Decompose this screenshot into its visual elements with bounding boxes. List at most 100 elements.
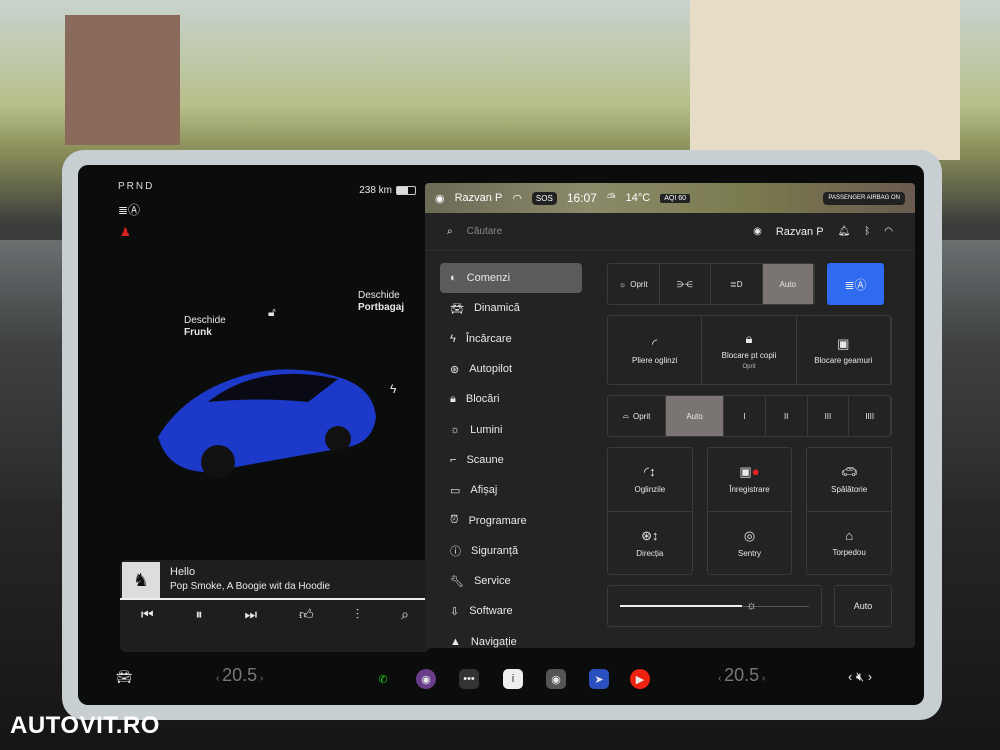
wiper-speed-2[interactable]: II: [766, 396, 808, 436]
range-indicator: 238 km: [359, 185, 416, 196]
tile-label: Torpedou: [832, 548, 866, 558]
menu-item[interactable]: ☼ Lumini: [440, 414, 582, 444]
trunk-line1: Deschide: [358, 290, 400, 301]
steering-wheel-icon: ⊛↕: [641, 527, 659, 543]
thumbs-up-icon[interactable]: 👍︎: [299, 606, 314, 623]
menu-label: Siguranță: [471, 544, 519, 557]
profile-name[interactable]: Razvan P: [776, 226, 824, 238]
tile-label: Spălătorie: [831, 485, 868, 495]
avatar[interactable]: ◉: [753, 226, 762, 237]
speed-label: IIII: [865, 411, 875, 421]
car-icon[interactable]: 🚘︎: [116, 669, 133, 685]
weather-icon: ⛅︎: [606, 191, 616, 204]
media-progress[interactable]: [120, 598, 430, 600]
wiper-icon: ⌓: [622, 411, 629, 420]
equalizer-icon[interactable]: ⫶: [356, 606, 360, 623]
glovebox-button[interactable]: ⌂ Torpedou: [807, 510, 891, 575]
media-player: ♞ Hello Pop Smoke, A Boogie wit da Hoodi…: [120, 560, 430, 652]
gear-indicator: PRND: [118, 181, 155, 192]
trunk-line2: Portbagaj: [358, 302, 405, 313]
brightness-icon[interactable]: ☼: [746, 598, 757, 612]
menu-icon: 🚘︎: [450, 302, 464, 315]
search-input[interactable]: Căutare: [467, 226, 740, 237]
menu-item[interactable]: ⓘ Siguranță: [440, 536, 582, 566]
menu-item[interactable]: 🔧︎ Service: [440, 566, 582, 596]
window-lock-icon: ▣: [837, 335, 850, 351]
parking-lights[interactable]: ⋺⋲: [660, 264, 711, 304]
child-lock-button[interactable]: 🔒︎ Blocare pt copii Oprit: [702, 316, 797, 384]
lights-auto[interactable]: Auto: [762, 264, 814, 304]
previous-icon[interactable]: ⏮: [141, 606, 154, 623]
open-frunk-button[interactable]: Deschide Frunk: [184, 315, 226, 339]
bell-icon[interactable]: 🔔︎: [838, 226, 851, 237]
next-icon[interactable]: ⏭: [244, 606, 257, 623]
low-beam-icon: ≣D: [730, 279, 743, 289]
menu-icon: ϟ: [450, 332, 456, 345]
status-user[interactable]: Razvan P: [455, 192, 503, 204]
youtube-music-icon[interactable]: ▶: [630, 669, 650, 689]
mirrors-adjust-button[interactable]: ◜↕ Oglinzile: [608, 448, 692, 511]
search-icon[interactable]: ⌕: [447, 226, 453, 237]
wipers-off[interactable]: ⌓ Oprit: [608, 396, 667, 436]
menu-item[interactable]: ⌐ Scaune: [440, 445, 582, 475]
battery-icon: [396, 185, 416, 195]
lights-selector: ☼ Oprit ⋺⋲ ≣D Auto: [607, 263, 815, 305]
wiper-speed-4[interactable]: IIII: [849, 396, 891, 436]
sos-button[interactable]: SOS: [531, 191, 557, 205]
car-model: [158, 369, 376, 479]
brightness-auto-button[interactable]: Auto: [834, 585, 892, 627]
auto-high-beam-button[interactable]: ≣Ⓐ: [827, 263, 884, 305]
camera-icon[interactable]: ◉: [416, 669, 436, 689]
sentry-button[interactable]: ◎ Sentry: [707, 510, 792, 575]
steering-adjust-button[interactable]: ⊛↕ Direcția: [608, 510, 692, 575]
menu-item[interactable]: 🚘︎ Dinamică: [440, 293, 582, 323]
driver-temp-value: 20.5: [222, 665, 258, 685]
search-icon[interactable]: ⌕: [401, 606, 409, 623]
tile-label: Oglinzile: [634, 485, 666, 495]
charge-port-icon[interactable]: ϟ: [390, 382, 396, 396]
low-beam[interactable]: ≣D: [711, 264, 763, 304]
volume-mute-icon[interactable]: ‹ 🔇︎ ›: [848, 669, 872, 685]
dashcam-viewer-icon[interactable]: ◉: [546, 669, 566, 689]
clock: 16:07: [566, 191, 597, 205]
avatar[interactable]: ◉: [435, 192, 445, 205]
pause-icon[interactable]: ⏸: [196, 606, 203, 623]
tile-label: Înregistrare: [729, 485, 770, 495]
lights-off[interactable]: ☼ Oprit: [608, 264, 660, 304]
speed-label: III: [824, 411, 832, 421]
bluetooth-icon[interactable]: ᛒ: [864, 226, 870, 237]
menu-item[interactable]: 🔒︎ Blocări: [440, 384, 582, 414]
navigation-app-icon[interactable]: ➤: [589, 669, 609, 689]
menu-label: Scaune: [466, 453, 504, 466]
menu-item[interactable]: ▭ Afișaj: [440, 475, 582, 505]
menu-item[interactable]: ⇩ Software: [440, 596, 582, 626]
sun-icon: ☼: [618, 279, 627, 289]
wiper-speed-3[interactable]: III: [808, 396, 850, 436]
menu-item[interactable]: ▲ Navigație: [440, 627, 582, 648]
window-lock-button[interactable]: ▣ Blocare geamuri: [797, 316, 891, 384]
menu-item[interactable]: ◐ Comenzi: [440, 263, 582, 294]
dock: 🚘︎ ‹ 20.5 › ✆ ◉ ••• i ◉ ➤ ▶ ‹ 20.5 › ‹ 🔇…: [78, 653, 924, 705]
phone-icon[interactable]: ✆: [373, 669, 393, 689]
fold-mirrors-button[interactable]: ◜ Pliere oglinzi: [608, 316, 703, 384]
more-apps-icon[interactable]: •••: [459, 669, 479, 689]
menu-item[interactable]: ⊛ Autopilot: [440, 354, 582, 384]
open-trunk-button[interactable]: Deschide Portbagaj: [358, 290, 404, 314]
tile-label: Sentry: [737, 548, 762, 558]
wipers-auto[interactable]: Auto: [666, 396, 725, 436]
unlock-icon[interactable]: 🔓︎: [268, 305, 276, 320]
brightness-slider[interactable]: ☼: [607, 585, 822, 627]
wifi-icon: ◠: [512, 192, 522, 205]
wiper-speed-1[interactable]: I: [724, 396, 766, 436]
manual-icon[interactable]: i: [503, 669, 523, 689]
status-bar: ◉ Razvan P ◠ SOS 16:07 ⛅︎ 14°C AQI 60 PA…: [425, 183, 915, 213]
passenger-temp[interactable]: ‹ 20.5 ›: [718, 665, 765, 686]
dashcam-button[interactable]: ▣● Înregistrare: [708, 448, 792, 511]
album-art[interactable]: ♞: [122, 562, 160, 598]
car-wash-button[interactable]: 🚗︎ Spălătorie: [807, 448, 891, 511]
menu-item[interactable]: ϟ Încărcare: [440, 324, 582, 354]
top-bar: ⌕ Căutare ◉ Razvan P 🔔︎ ᛒ ◠: [425, 213, 915, 251]
wifi-icon[interactable]: ◠: [884, 226, 893, 237]
menu-item[interactable]: ⏰︎ Programare: [440, 505, 582, 535]
driver-temp[interactable]: ‹ 20.5 ›: [216, 665, 263, 686]
